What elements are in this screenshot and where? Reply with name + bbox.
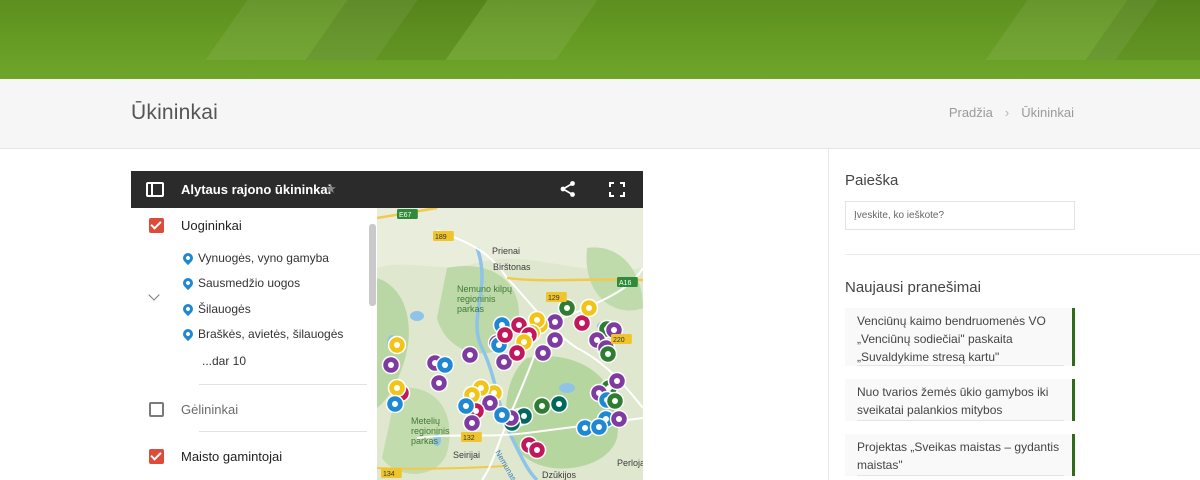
breadcrumb-current: Ūkininkai (1021, 105, 1074, 120)
map-pin-icon (180, 275, 196, 291)
breadcrumb-separator: › (1004, 105, 1010, 120)
news-heading: Naujausi pranešimai (845, 279, 981, 296)
search-heading: Paieška (845, 172, 899, 189)
layer-checkbox-unchecked[interactable] (149, 401, 164, 417)
legend-item-label: Vynuogės, vyno gamyba (198, 251, 329, 265)
place-label: Metelių regioninis parkas (411, 416, 450, 446)
page-title: Ūkininkai (131, 101, 218, 124)
layer-checkbox-checked[interactable] (149, 217, 164, 233)
road-number-label: E67 (399, 212, 412, 219)
place-label: Nemunas (493, 449, 518, 480)
legend-item-label: Braškės, avietės, šilauogės (198, 327, 344, 341)
map-widget: Alytaus rajono ūkininkai ★ Uogininkai Vy… (131, 171, 643, 480)
place-label: Nemuno kilpų regioninis parkas (457, 284, 512, 314)
legend-item[interactable]: Sausmedžio uogos (180, 273, 301, 293)
legend-item-label: Šilauogės (198, 302, 251, 316)
map-pin-icon (180, 326, 196, 342)
layer-label: Maisto gamintojai (181, 448, 283, 464)
news-item[interactable]: Venciūnų kaimo bendruomenės VO „Venciūnų… (845, 308, 1075, 366)
map-title[interactable]: Alytaus rajono ūkininkai (181, 182, 331, 197)
layer-gelininkai[interactable]: Gėlininkai (131, 394, 371, 424)
road-number-label: 220 (613, 337, 625, 344)
share-icon[interactable] (559, 180, 577, 198)
header-banner (0, 0, 1200, 79)
news-item[interactable]: Nuo tvarios žemės ūkio gamybos iki sveik… (845, 379, 1075, 421)
road-number-label: 132 (463, 435, 475, 442)
road-number-label: 134 (383, 471, 395, 478)
road-number-label: 129 (548, 295, 560, 302)
breadcrumb-home-link[interactable]: Pradžia (949, 105, 993, 120)
legend-item-label: Sausmedžio uogos (198, 276, 301, 290)
search-input[interactable] (845, 201, 1075, 230)
layer-checkbox-checked[interactable] (149, 448, 164, 464)
place-label: Prienai (492, 246, 520, 256)
legend-item[interactable]: Vynuogės, vyno gamyba (180, 248, 329, 268)
legend-toggle-icon[interactable] (146, 182, 164, 197)
layer-label: Uogininkai (181, 217, 242, 233)
layer-uogininkai[interactable]: Uogininkai (131, 210, 371, 240)
map-legend: Uogininkai Vynuogės, vyno gamyba Sausmed… (131, 208, 377, 480)
road-number-label: 189 (435, 234, 447, 241)
legend-item[interactable]: Braškės, avietės, šilauogės (180, 324, 344, 344)
legend-item[interactable]: Šilauogės (180, 299, 251, 319)
chevron-down-icon[interactable] (148, 289, 160, 301)
place-label: Perloja (617, 458, 643, 468)
fullscreen-icon[interactable] (609, 182, 625, 197)
title-bar: Ūkininkai Pradžia › Ūkininkai (0, 79, 1200, 149)
place-label: Seirijai (453, 450, 480, 460)
place-label: Birštonas (493, 262, 531, 272)
news-item[interactable]: Projektas „Sveikas maistas – gydantis ma… (845, 434, 1075, 476)
layer-label: Gėlininkai (181, 401, 239, 417)
legend-divider (199, 431, 367, 432)
layer-maisto-gamintojai[interactable]: Maisto gamintojai (131, 441, 371, 471)
legend-divider (199, 384, 367, 385)
star-icon[interactable]: ★ (325, 181, 337, 197)
sidebar-divider (828, 149, 829, 480)
map-header: Alytaus rajono ūkininkai ★ (131, 171, 643, 208)
legend-more-link[interactable]: ...dar 10 (202, 354, 246, 368)
road-number-label: A16 (619, 280, 632, 287)
map-pin-icon (180, 301, 196, 317)
place-label: Dzūkijos (542, 470, 577, 480)
breadcrumb: Pradžia › Ūkininkai (949, 105, 1074, 120)
sidebar-rule (845, 254, 1200, 255)
map-label-layer: E67 189 Prienai Birštonas A16 Nemuno kilpų reg… (381, 209, 643, 480)
map-canvas[interactable]: E67 189 Prienai Birštonas A16 Nemuno kilpų reg… (377, 208, 643, 480)
map-pin-icon (180, 250, 196, 266)
